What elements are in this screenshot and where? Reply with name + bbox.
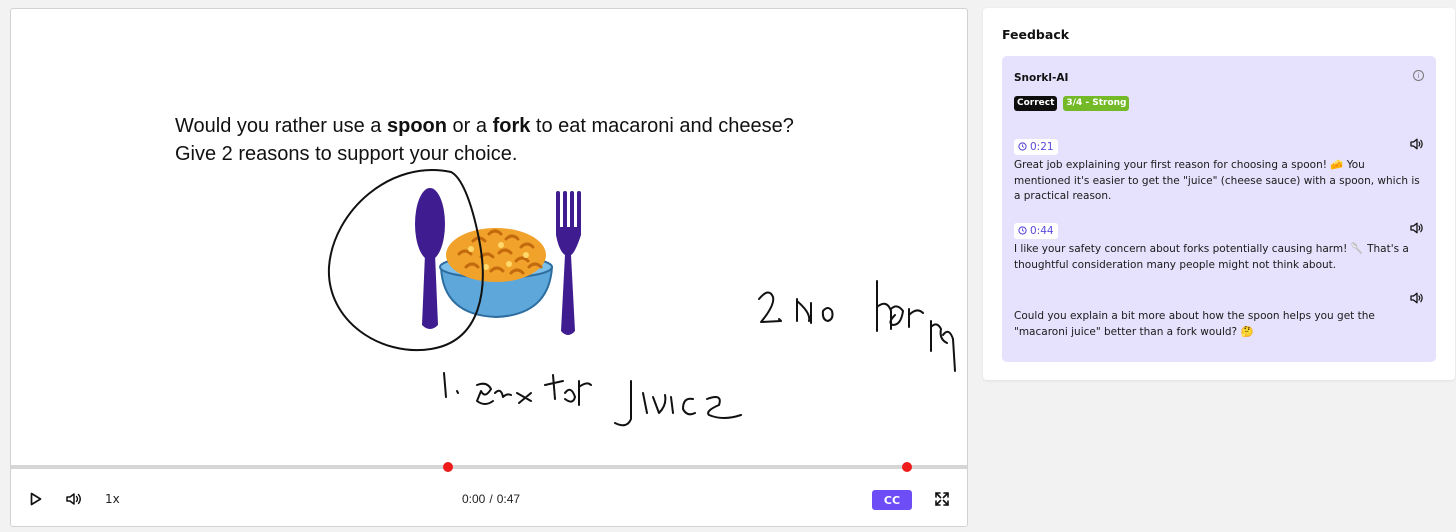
playback-speed[interactable]: 1x (105, 492, 120, 506)
info-icon[interactable]: i (1413, 70, 1424, 81)
feedback-text: Could you explain a bit more about how t… (1014, 310, 1375, 338)
captions-button[interactable]: CC (872, 490, 912, 510)
volume-icon[interactable] (65, 491, 83, 507)
speaker-icon[interactable] (1410, 292, 1424, 304)
status-badge: Correct (1014, 96, 1058, 111)
feedback-panel: Feedback Snorkl-AI i Correct 3/4 - Stron… (983, 8, 1455, 380)
handwritten-reason-2 (758, 280, 956, 372)
spoon-illustration (415, 188, 445, 329)
handwritten-reason-1 (443, 372, 742, 427)
speaker-icon[interactable] (1410, 222, 1424, 234)
time-separator: / (489, 492, 493, 506)
feedback-text: Great job explaining your first reason f… (1014, 159, 1420, 202)
time-display: 0:00/0:47 (462, 492, 520, 506)
timestamp-label: 0:21 (1030, 140, 1054, 153)
feedback-item: 0:44 I like your safety concern about fo… (1014, 220, 1424, 273)
time-total: 0:47 (496, 492, 521, 506)
video-frame[interactable]: Would you rather use a spoon or a fork t… (11, 9, 967, 465)
clock-icon (1018, 226, 1027, 235)
fork-illustration (556, 191, 581, 335)
score-badge: 3/4 - Strong (1063, 96, 1130, 111)
feedback-text: I like your safety concern about forks p… (1014, 243, 1409, 271)
video-player: Would you rather use a spoon or a fork t… (10, 8, 968, 527)
timestamp-label: 0:44 (1030, 224, 1054, 237)
fullscreen-icon[interactable] (934, 491, 950, 507)
feedback-item: 0:21 Great job explaining your first rea… (1014, 136, 1424, 205)
feedback-item: Could you explain a bit more about how t… (1014, 292, 1424, 340)
timestamp-link[interactable]: 0:21 (1014, 138, 1058, 155)
whiteboard-drawing (327, 169, 956, 427)
ai-name: Snorkl-AI (1014, 72, 1069, 84)
mac-and-cheese-bowl-illustration (439, 228, 554, 319)
feedback-card: Snorkl-AI i Correct 3/4 - Strong 0:21 Gr… (1002, 56, 1436, 362)
clock-icon (1018, 142, 1027, 151)
timestamp-link[interactable]: 0:44 (1014, 222, 1058, 239)
badge-row: Correct 3/4 - Strong (1014, 96, 1130, 111)
speaker-icon[interactable] (1410, 138, 1424, 150)
panel-title: Feedback (1002, 27, 1070, 42)
play-icon[interactable] (29, 491, 43, 507)
time-current: 0:00 (462, 492, 486, 506)
player-controls: 1x 0:00/0:47 CC (11, 469, 967, 526)
